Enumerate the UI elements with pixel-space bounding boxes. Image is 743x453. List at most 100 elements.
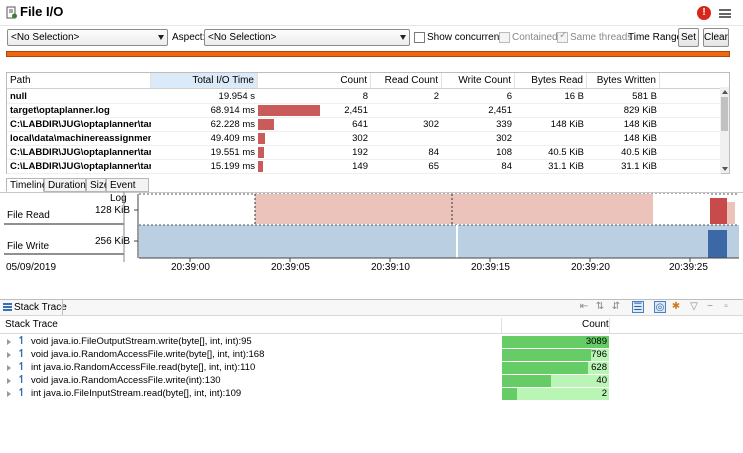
method-icon: ↿ [17,374,27,386]
expand-icon[interactable] [7,352,11,358]
time-range-label: Time Range: [628,32,685,43]
count-value: 40 [596,375,607,386]
cell-bytes-read: 40.5 KiB [548,147,584,158]
cell-bytes-read: 148 KiB [550,119,584,130]
col-header-bytes-written[interactable]: Bytes Written [587,73,660,89]
same-threads-label: Same threads [570,32,633,43]
scroll-up-icon[interactable] [722,90,728,94]
tab-size[interactable]: Size [86,178,109,192]
stack-trace-header-divider [0,333,743,334]
maximize-icon[interactable]: ▫ [720,301,732,313]
show-concurrent-checkbox[interactable] [414,32,425,43]
lane-name-write: File Write [7,241,50,252]
same-threads-checkbox[interactable] [557,30,568,43]
group-down-icon[interactable]: ⇵ [610,301,622,313]
expand-icon[interactable] [7,391,11,397]
cell-path: C:\LABDIR\JUG\optaplanner\tar... [10,147,151,158]
method-icon: ↿ [17,348,27,360]
col-header-count[interactable]: Count [258,73,371,89]
tab-timeline[interactable]: Timeline [6,178,47,192]
cell-count: 2,451 [344,105,368,116]
cell-time: 62.228 ms [210,119,255,130]
contained-label: Contained [512,32,558,43]
tick-label: 20:39:05 [271,262,310,273]
col-header-read-count[interactable]: Read Count [371,73,442,89]
col-header-total-time[interactable]: Total I/O Time [151,73,258,89]
table-scroll-thumb[interactable] [721,97,728,131]
error-icon[interactable]: ! [697,6,711,20]
path-select[interactable]: <No Selection> [7,29,168,46]
expand-icon[interactable] [7,378,11,384]
page-title: File I/O [20,4,64,19]
time-range-bar[interactable] [6,51,730,57]
aspect-select[interactable]: <No Selection> [204,29,410,46]
cell-read-count: 65 [428,161,439,172]
set-button[interactable]: Set [678,28,699,47]
stack-trace-view-title[interactable]: Stack Trace [14,300,67,315]
minimize-icon[interactable]: − [704,301,716,313]
cell-time: 15.199 ms [210,161,255,172]
cell-bytes-read [515,132,587,145]
tick-label: 20:39:10 [371,262,410,273]
read-lane-gap [653,194,710,224]
cell-time: 19.954 s [218,91,255,102]
expand-icon[interactable] [7,365,11,371]
col-divider [501,318,502,334]
file-io-table: Path Total I/O Time Count Read Count Wri… [6,72,730,174]
count-value: 796 [591,349,607,360]
cell-time: 49.409 ms [210,133,255,144]
scroll-down-icon[interactable] [722,167,728,171]
cell-read-count: 302 [423,119,439,130]
stack-trace-col-header[interactable]: Stack Trace [5,318,58,332]
cell-bytes-written: 40.5 KiB [621,147,657,158]
group-up-icon[interactable]: ⇅ [594,301,606,313]
cell-read-count: 84 [428,147,439,158]
count-col-header[interactable]: Count [582,318,609,332]
lane-max-read: 128 KiB [94,205,130,216]
timeline-date: 05/09/2019 [6,262,57,273]
view-menu-chevron-icon[interactable]: ▽ [688,301,700,313]
path-select-value: <No Selection> [11,32,80,43]
col-header-bytes-read[interactable]: Bytes Read [515,73,587,89]
tab-durations[interactable]: Durations [44,178,91,192]
cell-bytes-written: 148 KiB [623,133,657,144]
cell-bytes-written: 31.1 KiB [621,161,657,172]
write-lane-peak [708,230,727,258]
contained-checkbox[interactable] [499,32,510,43]
tick-label: 20:39:25 [669,262,708,273]
read-lane-tail [727,202,735,224]
aspect-label: Aspect: [172,32,206,43]
stack-frame-label: void java.io.RandomAccessFile.write(byte… [31,349,265,360]
cell-write-count: 2,451 [488,105,512,116]
cell-path: null [10,91,27,102]
tick-label: 20:39:00 [171,262,210,273]
previous-frame-icon[interactable]: ⇤ [578,301,590,313]
lane-name-read: File Read [7,210,50,221]
count-value: 2 [601,388,607,399]
count-value: 628 [591,362,607,373]
show-concurrent-label: Show concurrent: [427,32,505,43]
view-menu-icon[interactable] [719,9,731,18]
thread-filter-icon[interactable]: ✱ [670,301,682,313]
cell-bytes-written: 581 B [632,91,657,102]
expand-icon[interactable] [7,339,11,345]
cell-bytes-written: 829 KiB [623,105,657,116]
read-lane-peak [710,198,727,224]
distinguish-frames-icon[interactable]: ◎ [654,301,666,313]
tab-event-log[interactable]: Event Log [106,178,149,204]
timeline-chart[interactable] [0,192,743,264]
method-icon: ↿ [17,387,27,399]
cell-write-count: 302 [496,133,512,144]
cell-read-count: 2 [433,91,439,102]
col-header-path[interactable]: Path [7,73,151,89]
stack-frame-label: int java.io.RandomAccessFile.read(byte[]… [31,362,256,373]
clear-button[interactable]: Clear [703,28,729,47]
col-header-write-count[interactable]: Write Count [442,73,515,89]
cell-bytes-read: 31.1 KiB [548,161,584,172]
tick-label: 20:39:15 [471,262,510,273]
tree-view-icon[interactable]: ☰ [632,301,644,313]
col-divider [609,318,610,334]
cell-count: 149 [352,161,368,172]
cell-bytes-written: 148 KiB [623,119,657,130]
write-lane-fill [139,225,739,258]
